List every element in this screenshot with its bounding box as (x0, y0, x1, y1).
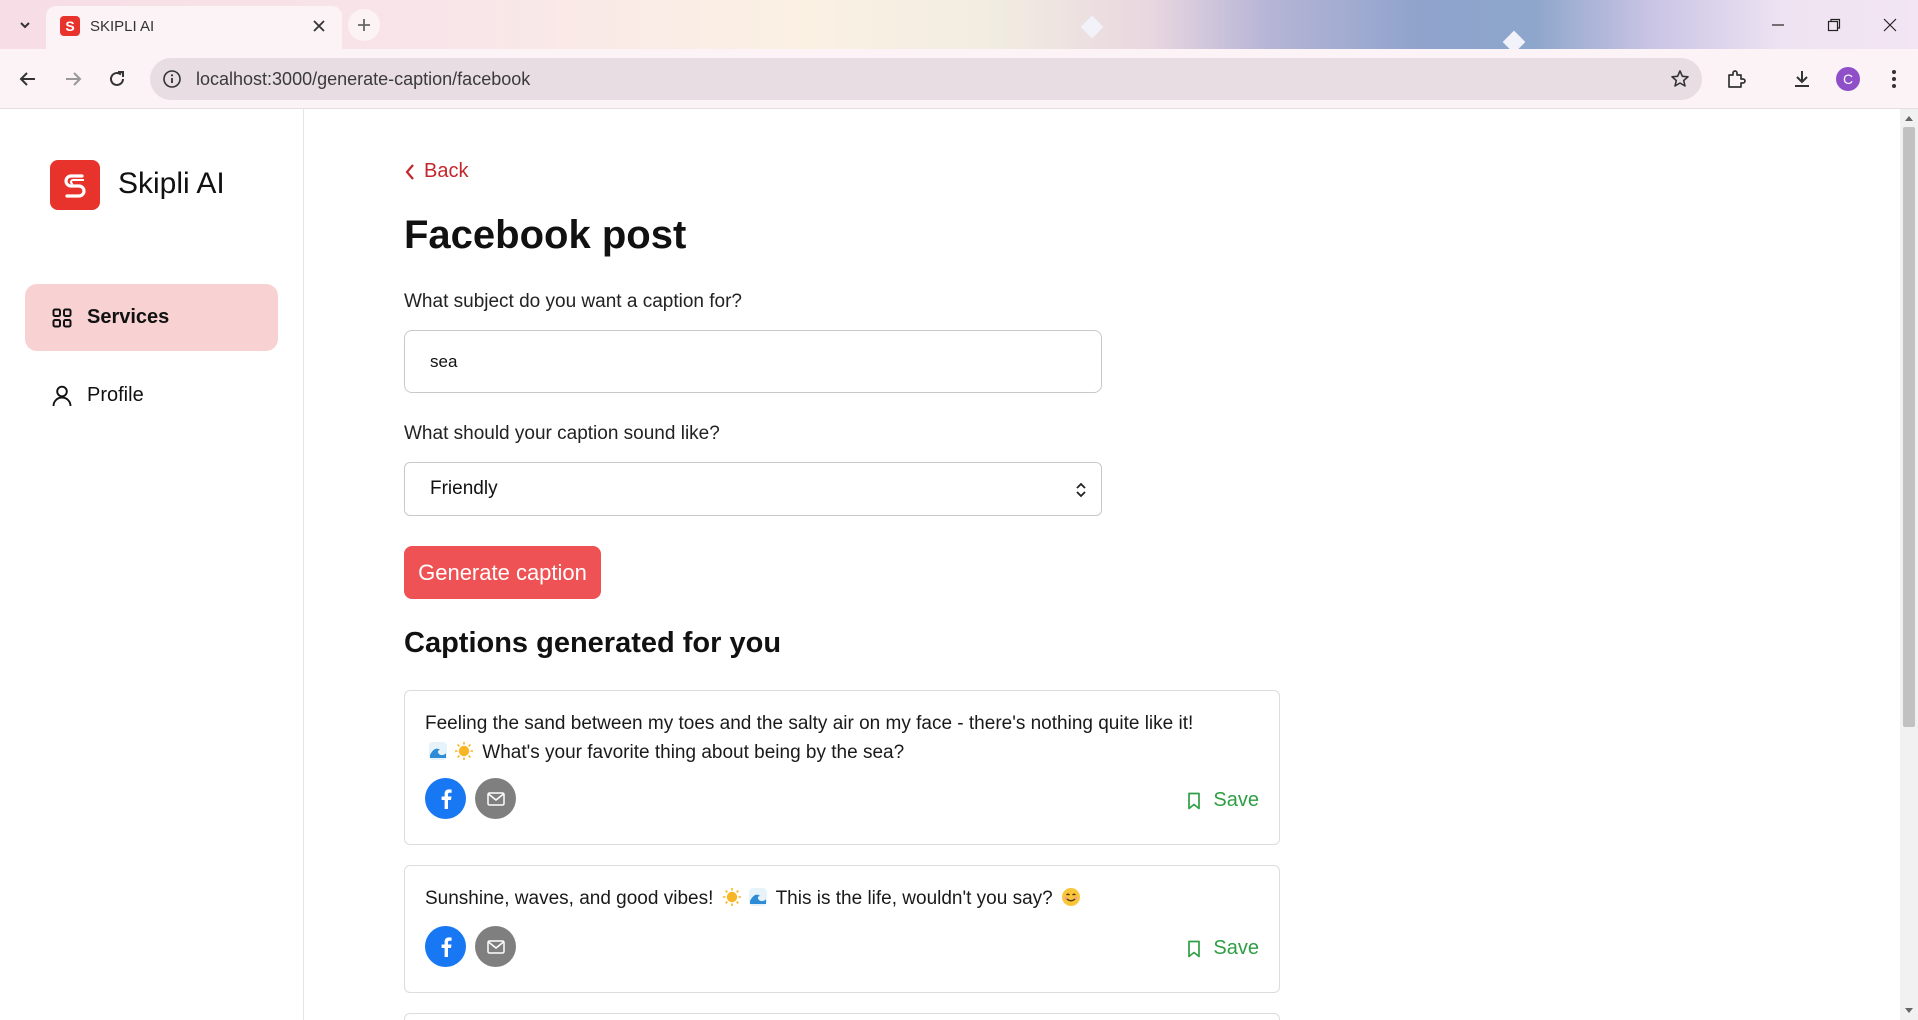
grid-icon (51, 307, 73, 329)
caption-card (404, 1013, 1280, 1020)
caption-card: Feeling the sand between my toes and the… (404, 690, 1280, 845)
save-label: Save (1213, 937, 1259, 959)
bookmark-icon (1188, 940, 1201, 957)
minimize-icon (1772, 23, 1784, 26)
puzzle-icon (1728, 70, 1746, 88)
chevron-left-icon (405, 163, 414, 180)
facebook-icon (441, 936, 452, 957)
browser-menu-button[interactable] (1876, 61, 1912, 97)
profile-avatar[interactable]: C (1836, 67, 1860, 91)
browser-tab-bar: S SKIPLI AI (0, 0, 1918, 54)
tab-title: SKIPLI AI (90, 18, 155, 35)
caption-line: What's your favorite thing about being b… (482, 742, 905, 763)
page-scrollbar[interactable] (1900, 109, 1918, 1020)
brand-name[interactable]: Skipli AI (118, 167, 225, 201)
browser-tab-active[interactable]: S SKIPLI AI (46, 6, 342, 49)
site-info-icon[interactable] (160, 67, 184, 91)
sidebar-item-label: Services (87, 306, 170, 328)
close-icon (1883, 18, 1897, 31)
caption-line: Feeling the sand between my toes and the… (425, 713, 1194, 734)
scroll-down-icon[interactable] (1904, 1006, 1914, 1016)
scroll-up-icon[interactable] (1904, 113, 1914, 123)
caption-line: Sunshine, waves, and good vibes! (425, 888, 714, 909)
subject-input[interactable] (404, 330, 1102, 393)
sun-emoji-icon (455, 742, 473, 760)
tab-search-button[interactable] (12, 13, 38, 37)
bookmark-icon (1188, 792, 1201, 809)
wave-emoji-icon (748, 888, 767, 906)
browser-toolbar: localhost:3000/generate-caption/facebook… (0, 49, 1918, 109)
caption-text: Feeling the sand between my toes and the… (425, 709, 1265, 767)
restore-button[interactable] (1806, 0, 1862, 49)
minimize-button[interactable] (1750, 0, 1806, 49)
bookmark-star-icon[interactable] (1668, 67, 1692, 91)
results-title: Captions generated for you (404, 627, 782, 659)
address-bar[interactable]: localhost:3000/generate-caption/facebook (150, 58, 1702, 100)
back-nav-button[interactable] (10, 61, 46, 97)
forward-nav-button[interactable] (55, 61, 91, 97)
subject-label: What subject do you want a caption for? (404, 291, 742, 312)
tab-close-button[interactable] (308, 15, 330, 37)
tone-selected-value: Friendly (430, 478, 498, 499)
mail-icon (486, 939, 505, 954)
updown-chevron-icon (1073, 479, 1089, 501)
share-facebook-button[interactable] (425, 778, 466, 819)
caption-text: Sunshine, waves, and good vibes! This is… (425, 884, 1265, 913)
sidebar: Skipli AI Services Profile (0, 109, 304, 1020)
download-icon (1795, 71, 1809, 87)
sidebar-item-label: Profile (87, 384, 144, 406)
url-text: localhost:3000/generate-caption/facebook (196, 69, 531, 89)
new-tab-button[interactable] (348, 9, 380, 41)
back-label: Back (424, 160, 469, 182)
back-link[interactable]: Back (404, 160, 468, 183)
save-label: Save (1213, 789, 1259, 811)
sidebar-item-profile[interactable]: Profile (25, 362, 278, 429)
arrow-right-icon (66, 72, 82, 86)
share-facebook-button[interactable] (425, 926, 466, 967)
tone-select[interactable]: Friendly (404, 462, 1102, 516)
sidebar-item-services[interactable]: Services (25, 284, 278, 351)
save-caption-button[interactable]: Save (1187, 789, 1259, 812)
smile-emoji-icon (1062, 888, 1081, 906)
page-title: Facebook post (404, 213, 687, 257)
skipli-favicon-icon: S (60, 16, 80, 36)
scrollbar-thumb[interactable] (1903, 127, 1915, 727)
extensions-button[interactable] (1718, 61, 1754, 97)
save-caption-button[interactable]: Save (1187, 937, 1259, 960)
app-viewport: Skipli AI Services Profile Back Facebook… (0, 109, 1900, 1020)
reload-icon (110, 71, 124, 86)
arrow-left-icon (19, 72, 35, 86)
caption-line: This is the life, wouldn't you say? (775, 888, 1053, 909)
caption-card: Sunshine, waves, and good vibes! This is… (404, 865, 1280, 993)
window-close-button[interactable] (1862, 0, 1918, 49)
close-icon (313, 20, 325, 32)
user-icon (51, 385, 73, 407)
share-email-button[interactable] (475, 778, 516, 819)
downloads-button[interactable] (1784, 61, 1820, 97)
tone-label: What should your caption sound like? (404, 423, 720, 444)
skipli-logo-icon[interactable] (50, 160, 100, 210)
chevron-down-icon (20, 22, 30, 29)
reload-button[interactable] (99, 61, 135, 97)
facebook-icon (441, 788, 452, 809)
generate-caption-button[interactable]: Generate caption (404, 546, 601, 599)
sun-emoji-icon (722, 888, 741, 906)
plus-icon (358, 19, 370, 31)
decorative-diamond (1080, 15, 1104, 39)
share-email-button[interactable] (475, 926, 516, 967)
restore-icon (1827, 18, 1841, 31)
wave-emoji-icon (429, 742, 447, 760)
more-vertical-icon (1892, 70, 1896, 88)
mail-icon (486, 791, 505, 806)
